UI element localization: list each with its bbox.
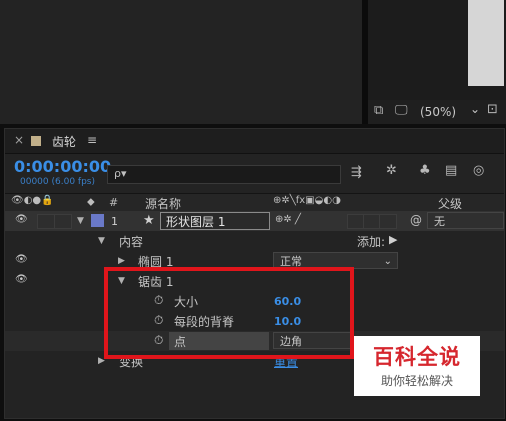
blend-mode-dropdown-icon: ⌄ [383, 256, 392, 267]
shy-layers-icon[interactable]: ♣ [419, 163, 431, 178]
ellipse-twirl-icon[interactable]: ▶ [118, 256, 125, 266]
layer-switch-icons[interactable]: ⊕✲ ╱ [275, 214, 301, 225]
parent-pickwhip-icon[interactable]: @ [410, 213, 422, 227]
contents-label: 内容 [119, 235, 144, 249]
watermark-title: 百科全说 [373, 345, 461, 369]
layer-index: 1 [111, 215, 118, 228]
composition-flowchart-icon[interactable]: ⇶ [351, 165, 362, 180]
frame-blending-icon[interactable]: ▤ [445, 163, 457, 178]
switches-header-icons: ⊕✲╲fx▣◒◐◑ [273, 195, 341, 206]
column-source-name-header[interactable]: 源名称 [145, 195, 181, 212]
frame-count: 00000 (6.00 fps) [20, 177, 95, 187]
monitor-icon[interactable]: 🖵 [395, 103, 408, 118]
layer-search-input[interactable]: ρ▾ [107, 165, 341, 184]
add-arrow-icon[interactable]: ▶ [389, 233, 397, 246]
search-icon: ρ▾ [114, 167, 127, 180]
column-header-row: 👁◐●🔒 ⬥ # 源名称 ⊕✲╲fx▣◒◐◑ 父级 [5, 193, 504, 213]
av-features-header-icons: 👁◐●🔒 [11, 195, 54, 206]
draft-3d-icon[interactable]: ✲ [386, 163, 397, 178]
zigzag-visibility-icon[interactable]: 👁 [15, 274, 28, 285]
layer-name: 形状图层 1 [166, 215, 226, 229]
tab-label-color-swatch [31, 136, 41, 146]
tab-menu-icon[interactable]: ≡ [87, 133, 97, 147]
viewer-panel: ⧉ 🖵 (50%) ⌄ ⊡ [0, 0, 506, 124]
visibility-eye-icon[interactable]: 👁 [15, 214, 28, 225]
zoom-dropdown-icon[interactable]: ⌄ [470, 102, 480, 116]
viewer-footer: ⧉ 🖵 (50%) ⌄ ⊡ [368, 100, 506, 124]
column-parent-header[interactable]: 父级 [438, 195, 462, 212]
solo-switch[interactable] [54, 214, 72, 229]
parent-value: 无 [434, 215, 445, 228]
audio-switch[interactable] [37, 214, 55, 229]
ellipse-visibility-icon[interactable]: 👁 [15, 254, 28, 265]
add-label[interactable]: 添加: [357, 233, 385, 250]
tab-close-icon[interactable]: × [14, 133, 24, 147]
watermark: 百科全说 助你轻松解决 [354, 336, 480, 396]
highlight-annotation-box [104, 267, 354, 359]
shape-layer-star-icon: ★ [143, 213, 155, 228]
layer-name-field[interactable]: 形状图层 1 [160, 212, 270, 230]
tab-title[interactable]: 齿轮 [52, 133, 76, 150]
contents-twirl-icon[interactable]: ▼ [98, 236, 105, 246]
snapshot-icon[interactable]: ⧉ [374, 103, 383, 118]
contents-row[interactable]: ▼ 内容 添加: ▶ [5, 231, 504, 251]
zoom-level[interactable]: (50%) [420, 105, 456, 119]
label-header-icon: ⬥ [87, 195, 95, 208]
switch-slot-3[interactable] [379, 214, 397, 229]
motion-blur-icon[interactable]: ◎ [473, 163, 484, 178]
layer-twirl-icon[interactable]: ▼ [77, 216, 84, 226]
column-number-header: # [109, 196, 119, 209]
parent-select[interactable]: 无 [427, 212, 504, 229]
region-of-interest-icon[interactable]: ⊡ [487, 102, 498, 117]
layer-row[interactable]: 👁 ▼ 1 ★ 形状图层 1 ⊕✲ ╱ @ 无 [5, 211, 504, 231]
left-pane [0, 0, 362, 124]
composition-preview [468, 0, 504, 86]
timeline-tab-bar: × 齿轮 ≡ [5, 129, 504, 154]
watermark-subtitle: 助你轻松解决 [380, 374, 453, 388]
layer-color-label[interactable] [91, 214, 104, 227]
current-time[interactable]: 0:00:00:00 [14, 157, 111, 176]
